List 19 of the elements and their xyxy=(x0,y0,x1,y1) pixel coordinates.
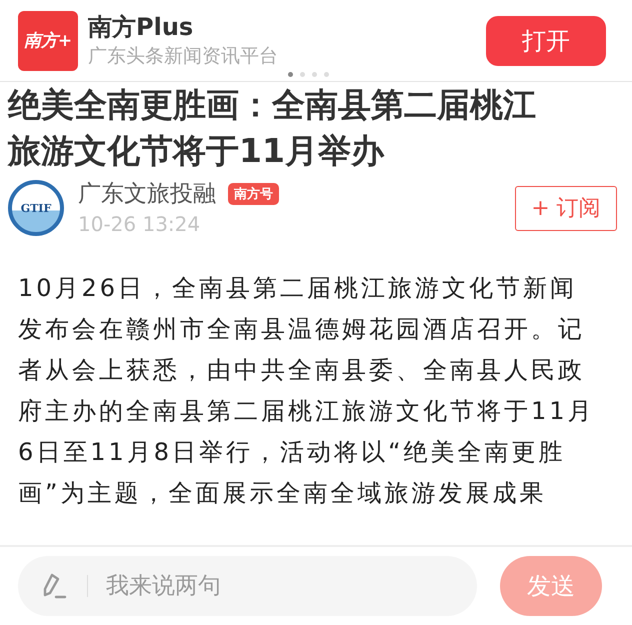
pager-dot[interactable] xyxy=(312,72,317,77)
publish-time: 10-26 13:24 xyxy=(78,211,202,238)
open-button[interactable]: 打开 xyxy=(486,16,606,66)
subscribe-button[interactable]: + 订阅 xyxy=(515,186,617,230)
author-badge: 南方号 xyxy=(228,183,279,205)
send-button[interactable]: 发送 xyxy=(500,556,602,616)
author-avatar: GTIF xyxy=(8,180,64,236)
article-title: 绝美全南更胜画：全南县第二届桃江 xyxy=(8,84,537,126)
pager-dot[interactable] xyxy=(300,72,305,77)
pencil-icon xyxy=(42,572,68,600)
article-body: 10月26日，全南县第二届桃江旅游文化节新闻发布会在赣州市全南县温德姆花园酒店召开。记者从会上获悉，由中共全南县委、全南县人民政府主办的全南县第二届桃江旅游文化节将于11月6日至11月8日举行，活动将以“绝美全南更胜画”为主题，全面展示全南全域旅游发展成果 xyxy=(18,273,596,509)
pager-dot[interactable] xyxy=(288,72,293,77)
comment-field[interactable]: 我来说两句 xyxy=(18,556,477,616)
app-tagline: 广东头条新闻资讯平台 xyxy=(88,44,279,68)
article-title: 旅游文化节将于11月举办 xyxy=(8,130,386,172)
author-name: 广东文旅投融 xyxy=(78,180,216,209)
app-logo: 南方+ xyxy=(18,10,78,70)
pager-dot[interactable] xyxy=(324,72,329,77)
app-name: 南方Plus xyxy=(88,12,194,42)
